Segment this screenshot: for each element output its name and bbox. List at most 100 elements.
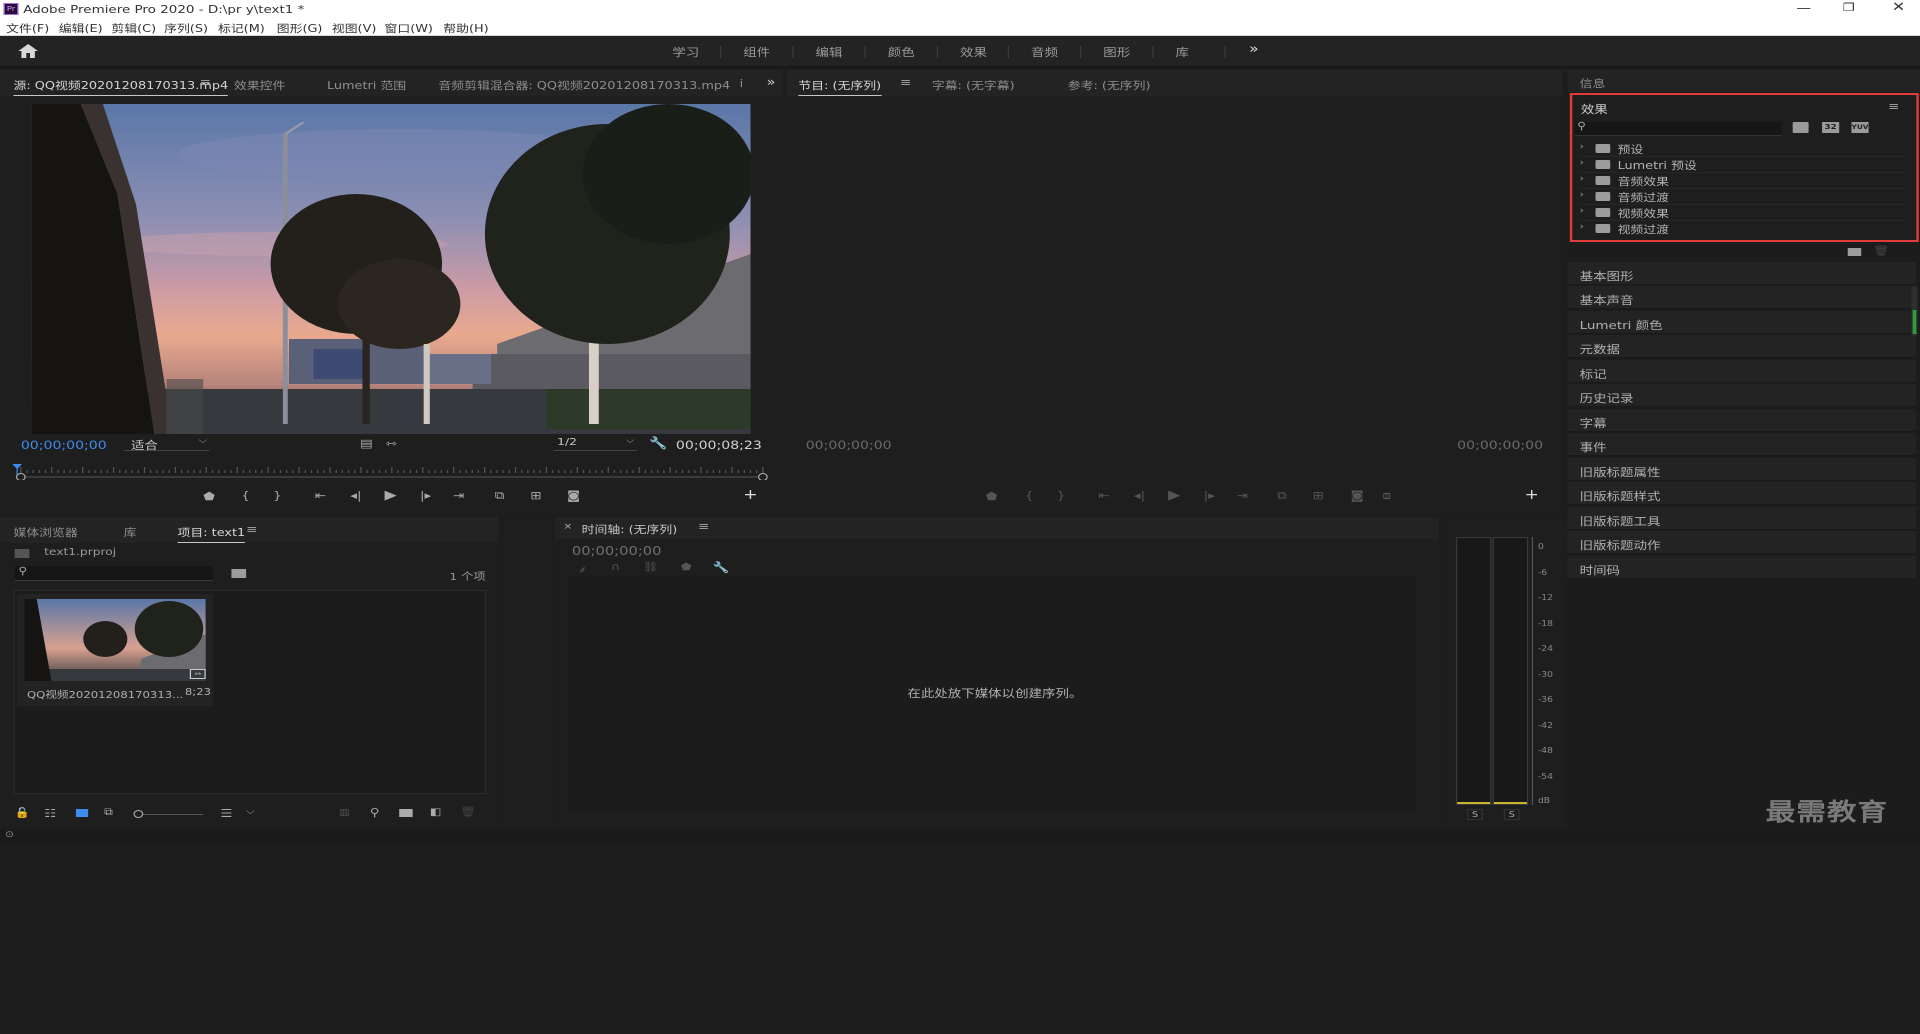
- source-resolution-select[interactable]: 1/2 ⌵: [553, 436, 637, 451]
- mark-in-icon[interactable]: {: [1025, 489, 1034, 502]
- tab-audio-clip-mixer[interactable]: 音频剪辑混合器: QQ视频20201208170313.mp4: [438, 78, 730, 93]
- tab-info[interactable]: 信息: [1580, 76, 1606, 91]
- play-icon[interactable]: ▶: [384, 488, 396, 503]
- export-frame-icon[interactable]: ◙: [1351, 489, 1364, 502]
- menu-sequence[interactable]: 序列(S): [164, 21, 208, 36]
- lift-icon[interactable]: ⧉: [1277, 489, 1287, 503]
- play-icon[interactable]: ▶: [1168, 488, 1180, 503]
- add-marker-icon[interactable]: ⬟: [203, 490, 215, 503]
- panel-menu-icon[interactable]: ≡: [200, 76, 211, 89]
- add-button-icon[interactable]: +: [1525, 487, 1539, 503]
- source-zoom-select[interactable]: 适合 ⌵: [123, 436, 210, 452]
- close-icon[interactable]: ✕: [1892, 0, 1905, 15]
- freeform-view-icon[interactable]: ⧉: [104, 807, 113, 818]
- tab-project[interactable]: 项目: text1: [177, 525, 246, 543]
- mark-out-icon[interactable]: }: [1057, 489, 1066, 502]
- yuv-effects-icon[interactable]: YUV: [1851, 122, 1869, 133]
- effects-search-input[interactable]: [1591, 122, 1776, 135]
- tab-info-short[interactable]: i: [740, 78, 744, 90]
- panel-timecode[interactable]: 时间码: [1567, 556, 1917, 579]
- go-to-out-icon[interactable]: ⇥: [453, 489, 464, 502]
- menu-edit[interactable]: 编辑(E): [59, 21, 103, 36]
- menu-view[interactable]: 视图(V): [332, 21, 377, 36]
- safe-margins-icon[interactable]: ▤: [360, 437, 373, 450]
- clip-thumbnail-card[interactable]: ⇿ QQ视频20201208170313... 8;23: [17, 594, 214, 706]
- nest-icon[interactable]: ⸙: [578, 562, 587, 576]
- insert-icon[interactable]: ⧉: [495, 489, 505, 503]
- step-forward-icon[interactable]: |▸: [420, 489, 431, 502]
- timeline-timecode[interactable]: 00;00;00;00: [572, 544, 662, 558]
- tab-captions[interactable]: 字幕: (无字幕): [932, 78, 1015, 93]
- panel-menu-icon[interactable]: ≡: [900, 76, 911, 89]
- program-current-timecode[interactable]: 00;00;00;00: [806, 438, 892, 452]
- step-forward-icon[interactable]: |▸: [1204, 489, 1215, 502]
- effects-item-audio-effects[interactable]: › 音频效果: [1577, 173, 1906, 189]
- tab-source[interactable]: 源: QQ视频20201208170313.mp4: [13, 78, 229, 96]
- linked-selection-icon[interactable]: ⛓: [643, 562, 659, 573]
- workspace-color[interactable]: 颜色: [888, 44, 915, 60]
- panel-history[interactable]: 历史记录: [1567, 384, 1917, 407]
- tab-libraries[interactable]: 库: [124, 525, 137, 540]
- solo-left-button[interactable]: S: [1466, 809, 1483, 820]
- minimize-icon[interactable]: —: [1796, 1, 1811, 15]
- workspace-editing[interactable]: 编辑: [816, 44, 843, 60]
- overwrite-icon[interactable]: ⊞: [530, 489, 541, 502]
- effects-item-presets[interactable]: › 预设: [1577, 141, 1906, 157]
- icon-view-icon[interactable]: [75, 809, 89, 817]
- go-to-in-icon[interactable]: ⇤: [315, 489, 326, 502]
- panel-events[interactable]: 事件: [1567, 433, 1917, 456]
- go-to-out-icon[interactable]: ⇥: [1237, 489, 1248, 502]
- step-back-icon[interactable]: ◂|: [350, 489, 361, 502]
- trash-icon[interactable]: 🗑: [460, 807, 476, 818]
- panel-legacy-title-tools[interactable]: 旧版标题工具: [1567, 507, 1917, 530]
- panel-legacy-title-properties[interactable]: 旧版标题属性: [1567, 458, 1917, 481]
- lock-icon[interactable]: 🔓: [15, 808, 30, 819]
- new-item-icon[interactable]: ◧: [430, 807, 442, 818]
- restore-icon[interactable]: ❐: [1843, 1, 1855, 14]
- source-time-ruler[interactable]: [12, 458, 771, 480]
- step-back-icon[interactable]: ◂|: [1134, 489, 1145, 502]
- menu-marker[interactable]: 标记(M): [218, 21, 265, 36]
- effects-search[interactable]: ⚲: [1574, 121, 1782, 136]
- tab-effect-controls[interactable]: 效果控件: [234, 78, 285, 93]
- new-search-bin-icon[interactable]: [231, 569, 247, 578]
- panel-menu-icon[interactable]: ≡: [698, 520, 709, 533]
- export-frame-icon[interactable]: ◙: [567, 489, 580, 502]
- find-icon[interactable]: ⚲: [370, 806, 380, 819]
- effects-item-video-effects[interactable]: › 视频效果: [1577, 205, 1906, 221]
- tab-program[interactable]: 节目: (无序列): [798, 78, 882, 96]
- sort-icon[interactable]: ☰: [220, 807, 232, 820]
- automate-sequence-icon[interactable]: ▥: [339, 808, 349, 818]
- trash-icon[interactable]: 🗑: [1873, 246, 1889, 257]
- add-marker-icon[interactable]: ⬟: [681, 562, 692, 573]
- panel-captions[interactable]: 字幕: [1567, 409, 1917, 432]
- home-icon[interactable]: [18, 44, 38, 58]
- tab-overflow-icon[interactable]: »: [767, 75, 776, 89]
- tab-media-browser[interactable]: 媒体浏览器: [13, 525, 77, 540]
- panel-lumetri-color[interactable]: Lumetri 颜色: [1567, 311, 1917, 334]
- add-marker-icon[interactable]: ⬟: [986, 490, 998, 503]
- effects-item-audio-transitions[interactable]: › 音频过渡: [1577, 189, 1906, 205]
- panel-menu-icon[interactable]: ≡: [246, 523, 257, 536]
- workspace-learn[interactable]: 学习: [672, 44, 699, 60]
- comparison-view-icon[interactable]: ⧈: [1382, 489, 1391, 503]
- panel-essential-sound[interactable]: 基本声音: [1567, 286, 1917, 309]
- new-bin-icon[interactable]: [399, 809, 413, 817]
- accelerated-effects-icon[interactable]: [1792, 122, 1809, 133]
- close-icon[interactable]: ×: [563, 522, 572, 532]
- menu-clip[interactable]: 剪辑(C): [111, 21, 156, 36]
- effects-item-lumetri-presets[interactable]: › Lumetri 预设: [1577, 157, 1906, 173]
- workspace-assembly[interactable]: 组件: [743, 44, 770, 60]
- scrollbar[interactable]: [1911, 286, 1918, 336]
- panel-legacy-title-actions[interactable]: 旧版标题动作: [1567, 531, 1917, 554]
- go-to-in-icon[interactable]: ⇤: [1098, 489, 1109, 502]
- zoom-slider[interactable]: [133, 810, 204, 818]
- project-search[interactable]: ⚲: [14, 566, 214, 581]
- workspace-graphics[interactable]: 图形: [1103, 44, 1130, 60]
- snap-icon[interactable]: ∩: [611, 562, 620, 573]
- source-current-timecode[interactable]: 00;00;00;00: [21, 438, 107, 452]
- chevron-down-icon[interactable]: ⌵: [246, 807, 254, 817]
- solo-right-button[interactable]: S: [1503, 809, 1520, 820]
- menu-window[interactable]: 窗口(W): [384, 21, 432, 36]
- menu-graphics[interactable]: 图形(G): [277, 21, 323, 36]
